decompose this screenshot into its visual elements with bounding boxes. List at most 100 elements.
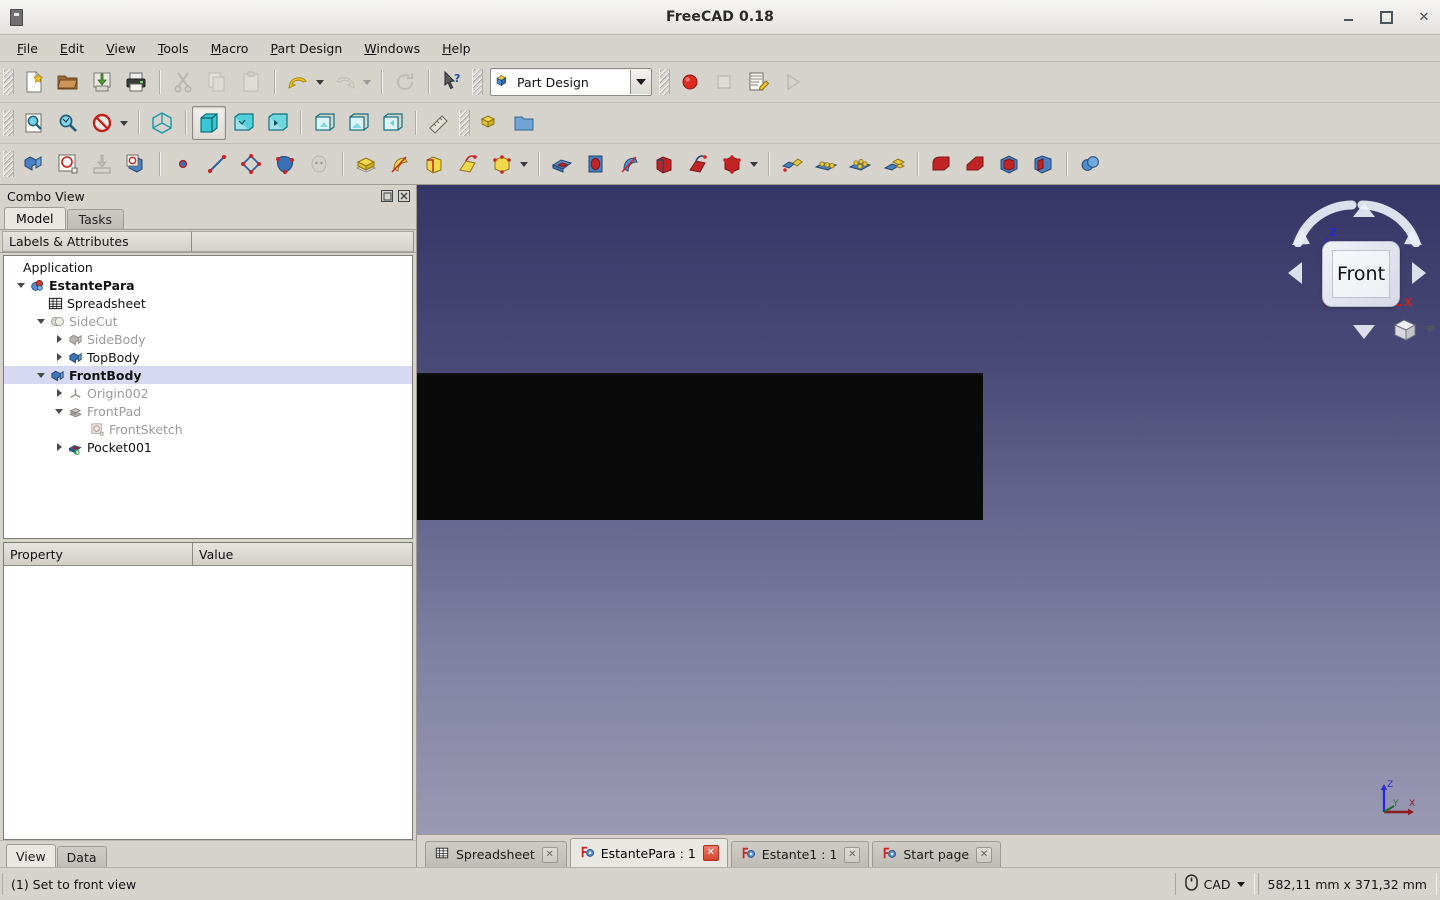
pocket-button[interactable] [545,147,579,181]
doc-tab-close-icon[interactable]: ✕ [702,845,719,861]
tree-item-sidebody[interactable]: SideBody [4,330,412,348]
undo-dropdown-caret[interactable] [316,79,324,85]
float-panel-icon[interactable] [380,190,393,203]
tree-column-description[interactable] [192,231,414,252]
paste-button[interactable] [234,65,268,99]
subtractive-loft-button[interactable] [647,147,681,181]
navigation-mode-selector[interactable]: CAD [1174,873,1255,895]
tree-item-origin002[interactable]: Origin002 [4,384,412,402]
model-tree[interactable]: Application EstantePara Spreadsheet Side… [3,255,413,539]
pad-button[interactable] [349,147,383,181]
nav-arrow-down[interactable] [1353,325,1375,339]
additive-primitive-dropdown-caret[interactable] [520,161,528,167]
tree-item-application[interactable]: Application [4,258,412,276]
rear-view-button[interactable] [307,106,341,140]
multi-transform-button[interactable] [877,147,911,181]
tab-view[interactable]: View [6,844,56,867]
doc-tab-close-icon[interactable]: ✕ [541,846,558,863]
toolbar-grip[interactable] [3,110,14,136]
draw-style-dropdown-caret[interactable] [120,120,128,126]
linear-pattern-button[interactable] [809,147,843,181]
tab-tasks[interactable]: Tasks [66,209,125,229]
tree-expander-frontbody[interactable] [34,366,48,384]
macro-execute-button[interactable] [775,65,809,99]
navigation-cube[interactable]: Z X Front [1282,193,1436,353]
chamfer-button[interactable] [958,147,992,181]
menu-macro[interactable]: Macro [200,38,260,59]
additive-primitive-button[interactable] [485,147,519,181]
tab-model[interactable]: Model [4,207,66,229]
tree-expander-estantepara[interactable] [14,276,28,294]
draft-button[interactable] [992,147,1026,181]
revolution-button[interactable] [383,147,417,181]
fit-selection-button[interactable] [51,106,85,140]
toolbar-grip[interactable] [459,110,470,136]
maximize-button[interactable] [1378,9,1394,25]
create-part-button[interactable] [473,106,507,140]
print-button[interactable] [119,65,153,99]
tab-data[interactable]: Data [56,846,107,867]
menu-help[interactable]: Help [431,38,482,59]
macro-record-button[interactable] [673,65,707,99]
tree-expander-sidebody[interactable] [52,330,66,348]
macro-edit-button[interactable] [741,65,775,99]
create-sketch-button[interactable] [51,147,85,181]
fillet-button[interactable] [924,147,958,181]
tree-expander-frontpad[interactable] [52,402,66,420]
copy-button[interactable] [200,65,234,99]
new-document-button[interactable] [17,65,51,99]
tree-item-topbody[interactable]: TopBody [4,348,412,366]
tree-item-pocket001[interactable]: Pocket001 [4,438,412,456]
tree-expander[interactable] [6,258,20,276]
map-sketch-button[interactable] [119,147,153,181]
measure-button[interactable] [422,106,456,140]
tree-expander-topbody[interactable] [52,348,66,366]
sub-object-binder-button[interactable] [302,147,336,181]
tree-item-sidecut[interactable]: SideCut [4,312,412,330]
tree-column-labels-attributes[interactable]: Labels & Attributes [2,231,192,252]
cut-button[interactable] [166,65,200,99]
right-view-button[interactable] [260,106,294,140]
model-solid-main[interactable] [417,375,983,520]
tree-item-spreadsheet[interactable]: Spreadsheet [4,294,412,312]
redo-button[interactable] [328,65,362,99]
menu-tools[interactable]: Tools [147,38,200,59]
macro-stop-button[interactable] [707,65,741,99]
doc-tab-close-icon[interactable]: ✕ [976,846,993,863]
menu-part-design[interactable]: Part Design [259,38,353,59]
doc-tab-estantepara[interactable]: EstantePara : 1 ✕ [569,838,728,867]
nav-cube-front-face[interactable]: Front [1322,241,1400,307]
bottom-view-button[interactable] [341,106,375,140]
chevron-down-icon[interactable] [630,70,651,94]
subtractive-primitive-button[interactable] [715,147,749,181]
doc-tab-start-page[interactable]: Start page ✕ [872,841,1002,867]
open-document-button[interactable] [51,65,85,99]
toolbar-grip[interactable] [3,69,14,95]
tree-expander-sidecut[interactable] [34,312,48,330]
tree-expander-origin002[interactable] [52,384,66,402]
mirrored-button[interactable] [775,147,809,181]
tree-item-frontsketch[interactable]: FrontSketch [4,420,412,438]
refresh-button[interactable] [388,65,422,99]
nav-arrow-left[interactable] [1288,262,1302,284]
tree-item-frontbody[interactable]: FrontBody [4,366,412,384]
doc-tab-spreadsheet[interactable]: Spreadsheet ✕ [425,841,567,867]
undo-button[interactable] [281,65,315,99]
nav-arrow-up[interactable] [1353,203,1375,217]
menu-file[interactable]: File [6,38,49,59]
3d-viewport[interactable]: Z X Front Z X Y [417,185,1440,834]
save-document-button[interactable] [85,65,119,99]
additive-loft-button[interactable] [417,147,451,181]
create-body-button[interactable] [17,147,51,181]
subtractive-primitive-dropdown-caret[interactable] [750,161,758,167]
toolbar-grip[interactable] [3,151,14,177]
property-column-property[interactable]: Property [4,543,193,565]
additive-pipe-button[interactable] [451,147,485,181]
thickness-button[interactable] [1026,147,1060,181]
fit-all-button[interactable] [17,106,51,140]
menu-edit[interactable]: Edit [49,38,95,59]
toolbar-grip[interactable] [472,69,483,95]
tree-item-estantepara[interactable]: EstantePara [4,276,412,294]
create-line-button[interactable] [200,147,234,181]
whats-this-button[interactable]: ? [435,65,469,99]
